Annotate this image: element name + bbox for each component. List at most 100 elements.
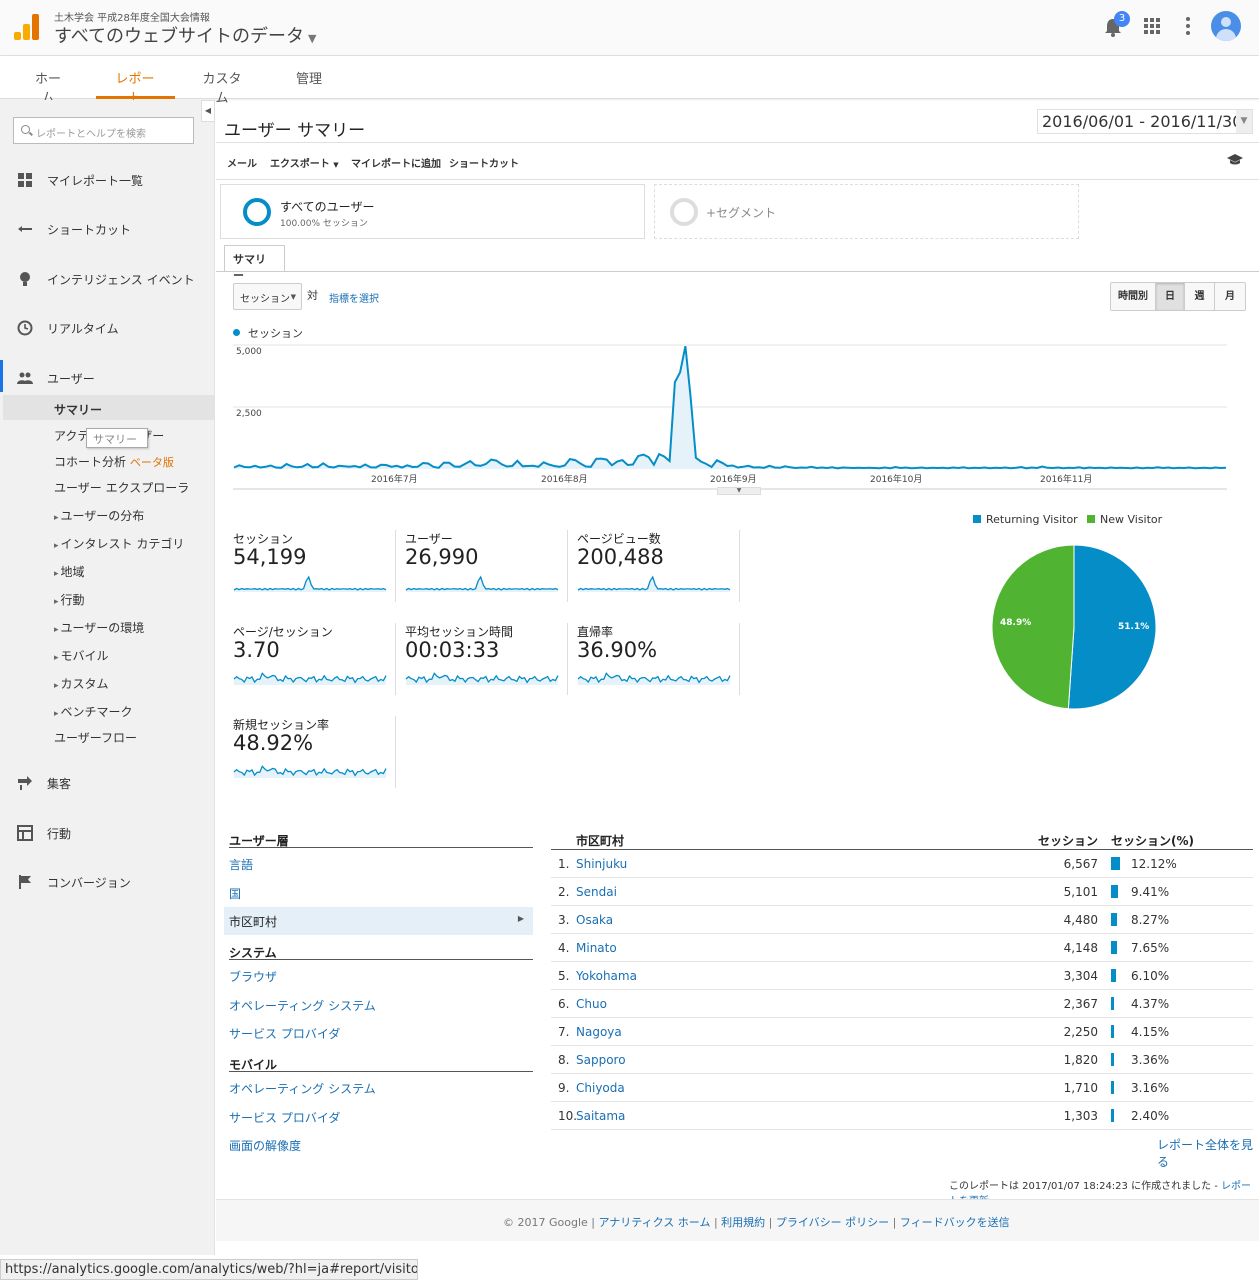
divider (216, 142, 1259, 143)
dimension-city-selected[interactable]: 市区町村 ▶ (224, 907, 533, 935)
analytics-logo-icon[interactable] (14, 14, 40, 40)
graduation-cap-icon[interactable] (1227, 154, 1243, 166)
pct-value: 9.41% (1131, 885, 1170, 899)
segment-ring-icon (243, 198, 271, 226)
pct-value: 2.40% (1131, 1109, 1170, 1123)
sessions-value: 6,567 (1063, 857, 1098, 871)
segment-all-users[interactable]: すべてのユーザー 100.00% セッション (220, 184, 645, 239)
footer-link-feedback[interactable]: フィードバックを送信 (900, 1216, 1010, 1229)
sidebar-sub-custom[interactable]: カスタム (54, 675, 109, 692)
city-link[interactable]: Nagoya (576, 1025, 622, 1039)
sidebar-item-intelligence[interactable]: インテリジェンス イベント (0, 265, 214, 293)
dimension-os-link[interactable]: オペレーティング システム (229, 997, 376, 1014)
sidebar-sub-cohort[interactable]: コホート分析 ベータ版 (54, 453, 174, 470)
footer-links: © 2017 Google | アナリティクス ホーム | 利用規約 | プライ… (503, 1216, 1010, 1229)
sidebar-search-input[interactable]: レポートとヘルプを検索 (13, 117, 194, 144)
sidebar-item-my-reports[interactable]: マイレポート一覧 (0, 166, 214, 194)
pct-value: 3.16% (1131, 1081, 1170, 1095)
sidebar-sub-demographics[interactable]: ユーザーの分布 (54, 507, 145, 524)
date-range-picker[interactable]: 2016/06/01 - 2016/11/30 ▼ (1037, 109, 1253, 134)
sidebar-sub-mobile[interactable]: モバイル (54, 647, 109, 664)
dimension-country-link[interactable]: 国 (229, 885, 241, 902)
legend-swatch (973, 515, 981, 523)
sidebar-sub-interests[interactable]: インタレスト カテゴリ (54, 535, 185, 552)
collapse-sidebar-icon[interactable]: ◀ (201, 100, 215, 122)
browser-status-url: https://analytics.google.com/analytics/w… (0, 1259, 418, 1280)
dimension-provider-link[interactable]: サービス プロバイダ (229, 1025, 340, 1042)
city-link[interactable]: Yokohama (576, 969, 637, 983)
sidebar-sub-technology[interactable]: ユーザーの環境 (54, 619, 145, 636)
avatar[interactable] (1211, 11, 1241, 41)
more-options-icon[interactable] (1186, 17, 1190, 35)
divider (567, 530, 568, 602)
sidebar-item-acquisition[interactable]: 集客 (0, 769, 214, 797)
sidebar-item-realtime[interactable]: リアルタイム (0, 314, 214, 342)
dashboard-grid-icon (18, 173, 32, 187)
sidebar-sub-users-flow[interactable]: ユーザーフロー (54, 729, 137, 746)
dimension-language-link[interactable]: 言語 (229, 856, 253, 873)
table-row: 2. Sendai 5,101 9.41% (551, 878, 1253, 906)
sidebar-item-users[interactable]: ユーザー (0, 364, 214, 392)
segment-title: すべてのユーザー (280, 200, 375, 214)
dimension-browser-link[interactable]: ブラウザ (229, 968, 277, 985)
footer-link-privacy[interactable]: プライバシー ポリシー (776, 1216, 889, 1229)
city-link[interactable]: Chuo (576, 997, 607, 1011)
granularity-week-button[interactable]: 週 (1185, 283, 1215, 310)
pct-bar (1111, 941, 1117, 954)
city-link[interactable]: Sendai (576, 885, 617, 899)
granularity-day-button[interactable]: 日 (1156, 283, 1185, 310)
shortcut-arrows-icon (18, 226, 32, 232)
city-link[interactable]: Shinjuku (576, 857, 627, 871)
city-link[interactable]: Sapporo (576, 1053, 626, 1067)
divider (739, 623, 740, 695)
city-link[interactable]: Chiyoda (576, 1081, 625, 1095)
granularity-month-button[interactable]: 月 (1215, 283, 1245, 310)
chart-resize-handle[interactable]: ▼ (717, 487, 761, 495)
generated-text: このレポートは 2017/01/07 18:24:23 に作成されました - (949, 1181, 1222, 1192)
city-link[interactable]: Minato (576, 941, 617, 955)
table-row: 7. Nagoya 2,250 4.15% (551, 1018, 1253, 1046)
sidebar-sub-summary[interactable]: サマリー (54, 401, 102, 418)
divider (739, 530, 740, 602)
shortcut-button[interactable]: ショートカット (449, 155, 519, 170)
choose-metric-link[interactable]: 指標を選択 (329, 290, 379, 305)
pct-bar (1111, 913, 1118, 926)
dimension-screen-resolution-link[interactable]: 画面の解像度 (229, 1137, 301, 1154)
sessions-line-chart[interactable] (233, 340, 1227, 490)
pct-bar (1111, 1081, 1114, 1094)
metric-sessions: セッション 54,199 (233, 530, 395, 602)
dimension-mobile-os-link[interactable]: オペレーティング システム (229, 1080, 376, 1097)
add-segment-button[interactable]: +セグメント (654, 184, 1079, 239)
city-link[interactable]: Saitama (576, 1109, 625, 1123)
sidebar-sub-geo[interactable]: 地域 (54, 563, 85, 580)
email-button[interactable]: メール (227, 155, 257, 170)
export-button[interactable]: エクスポート ▼ (270, 155, 339, 170)
tab-summary[interactable]: サマリー (224, 245, 285, 282)
sessions-value: 1,303 (1063, 1109, 1098, 1123)
row-rank: 7. (558, 1025, 570, 1039)
dimension-mobile-provider-link[interactable]: サービス プロバイダ (229, 1109, 340, 1126)
sidebar-sub-benchmark[interactable]: ベンチマーク (54, 703, 133, 720)
tab-admin[interactable]: 管理 (295, 68, 323, 87)
sessions-value: 5,101 (1063, 885, 1098, 899)
clock-icon (17, 320, 33, 336)
pct-value: 4.37% (1131, 997, 1170, 1011)
apps-grid-icon[interactable] (1144, 18, 1160, 34)
row-rank: 3. (558, 913, 570, 927)
sidebar-item-behavior[interactable]: 行動 (0, 819, 214, 847)
view-full-report-link[interactable]: レポート全体を見る (1157, 1136, 1259, 1170)
sidebar-sub-behavior[interactable]: 行動 (54, 591, 85, 608)
sidebar-item-shortcuts[interactable]: ショートカット (0, 215, 214, 243)
metric-select[interactable]: セッション ▼ (233, 283, 302, 310)
city-link[interactable]: Osaka (576, 913, 613, 927)
legend-label: Returning Visitor (986, 513, 1078, 526)
footer-link-terms[interactable]: 利用規約 (721, 1216, 765, 1229)
sessions-value: 1,820 (1063, 1053, 1098, 1067)
footer-link-analytics-home[interactable]: アナリティクス ホーム (598, 1216, 710, 1229)
sidebar-item-conversions[interactable]: コンバージョン (0, 868, 214, 896)
granularity-hourly-button[interactable]: 時間別 (1111, 283, 1156, 310)
property-selector[interactable]: すべてのウェブサイトのデータ ▼ (54, 22, 317, 48)
sidebar-sub-user-explorer[interactable]: ユーザー エクスプローラ (54, 479, 189, 496)
metric-pages-per-session: ページ/セッション 3.70 (233, 623, 395, 695)
add-to-dashboard-button[interactable]: マイレポートに追加 (351, 155, 441, 170)
